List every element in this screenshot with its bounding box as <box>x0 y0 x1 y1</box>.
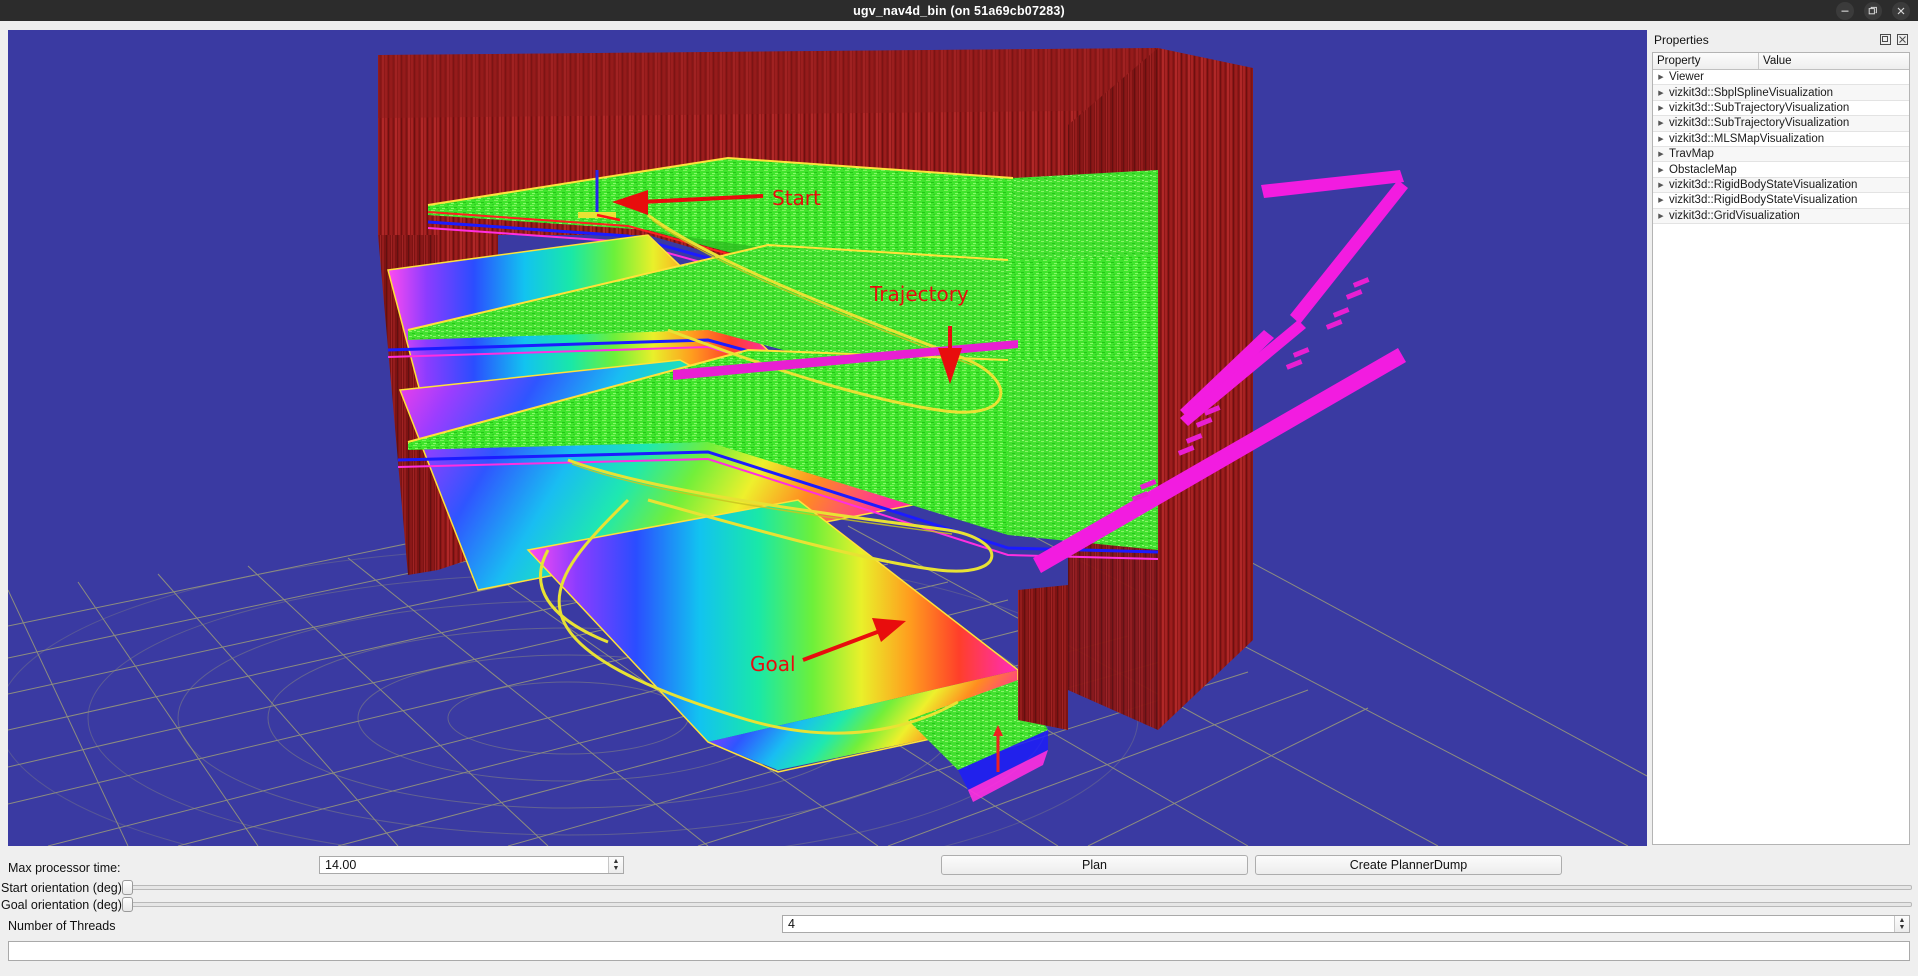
property-row[interactable]: ▶ vizkit3d::GridVisualization <box>1653 208 1909 224</box>
window-titlebar: ugv_nav4d_bin (on 51a69cb07283) <box>0 0 1918 21</box>
chevron-right-icon[interactable]: ▶ <box>1653 181 1669 189</box>
status-text-field[interactable] <box>8 941 1910 961</box>
properties-table-header: Property Value <box>1653 53 1909 70</box>
property-row[interactable]: ▶ ObstacleMap <box>1653 162 1909 178</box>
minimize-button[interactable] <box>1836 1 1854 20</box>
number-of-threads-label: Number of Threads <box>8 919 116 933</box>
chevron-right-icon[interactable]: ▶ <box>1653 73 1669 81</box>
property-row[interactable]: ▶ vizkit3d::MLSMapVisualization <box>1653 132 1909 147</box>
planner-controls-panel: Max processor time: 14.00 ▲ ▼ Plan Creat… <box>0 854 1918 976</box>
max-processor-time-stepper[interactable]: ▲ ▼ <box>608 857 623 873</box>
window-title: ugv_nav4d_bin (on 51a69cb07283) <box>853 3 1065 18</box>
chevron-right-icon[interactable]: ▶ <box>1653 119 1669 127</box>
application-body: Start Trajectory Goal Properties Propert… <box>0 21 1918 976</box>
restore-icon <box>1868 6 1877 14</box>
goal-orientation-groove <box>122 902 1912 907</box>
close-icon <box>1897 7 1905 14</box>
property-row[interactable]: ▶ vizkit3d::RigidBodyStateVisualization <box>1653 193 1909 209</box>
property-row[interactable]: ▶ Viewer <box>1653 70 1909 86</box>
number-of-threads-spinbox[interactable]: 4 ▲ ▼ <box>782 915 1910 933</box>
wall-back-top-shade <box>378 48 1158 118</box>
property-name: TravMap <box>1669 148 1714 161</box>
goal-orientation-handle[interactable] <box>122 897 133 912</box>
plan-button[interactable]: Plan <box>941 855 1248 875</box>
window-controls <box>1836 0 1910 21</box>
spin-up-icon[interactable]: ▲ <box>613 858 620 865</box>
start-orientation-handle[interactable] <box>122 880 133 895</box>
3d-viewport[interactable]: Start Trajectory Goal <box>8 30 1647 846</box>
chevron-right-icon[interactable]: ▶ <box>1653 89 1669 97</box>
property-name: ObstacleMap <box>1669 163 1737 176</box>
property-name: vizkit3d::RigidBodyStateVisualization <box>1669 178 1858 191</box>
properties-dock: Properties Property Value ▶ Viewer ▶ vizkit <box>1652 30 1910 846</box>
start-orientation-slider[interactable] <box>122 878 1912 896</box>
floor-level-3-right <box>1008 360 1158 550</box>
property-name: vizkit3d::RigidBodyStateVisualization <box>1669 194 1858 207</box>
create-planner-dump-label: Create PlannerDump <box>1349 858 1468 872</box>
property-name: vizkit3d::SbplSplineVisualization <box>1669 86 1834 99</box>
property-row[interactable]: ▶ vizkit3d::RigidBodyStateVisualization <box>1653 177 1909 194</box>
chevron-right-icon[interactable]: ▶ <box>1653 196 1669 204</box>
chevron-right-icon[interactable]: ▶ <box>1653 150 1669 158</box>
spin-down-icon[interactable]: ▼ <box>1899 924 1906 931</box>
property-name: vizkit3d::SubTrajectoryVisualization <box>1669 101 1850 114</box>
column-header-value: Value <box>1763 55 1792 67</box>
close-icon[interactable] <box>1896 33 1908 45</box>
chevron-right-icon[interactable]: ▶ <box>1653 135 1669 143</box>
spin-down-icon[interactable]: ▼ <box>613 865 620 872</box>
chevron-right-icon[interactable]: ▶ <box>1653 212 1669 220</box>
plan-button-label: Plan <box>1081 858 1108 872</box>
wall-goal-right <box>1018 585 1068 730</box>
property-name: vizkit3d::GridVisualization <box>1669 209 1800 222</box>
property-row[interactable]: ▶ vizkit3d::SbplSplineVisualization <box>1653 85 1909 101</box>
float-icon[interactable] <box>1879 33 1891 45</box>
max-processor-time-value: 14.00 <box>325 858 357 872</box>
property-name: Viewer <box>1669 71 1704 84</box>
start-orientation-label: Start orientation (deg) <box>1 881 122 895</box>
create-planner-dump-button[interactable]: Create PlannerDump <box>1255 855 1562 875</box>
close-glyph <box>1896 33 1908 45</box>
goal-orientation-slider[interactable] <box>122 895 1912 913</box>
properties-tree[interactable]: Property Value ▶ Viewer ▶ vizkit3d::SbplSpl… <box>1652 52 1910 845</box>
max-processor-time-label: Max processor time: <box>8 861 121 875</box>
start-orientation-groove <box>122 885 1912 890</box>
maximize-button[interactable] <box>1864 1 1882 20</box>
column-header-property: Property <box>1653 53 1759 69</box>
chevron-right-icon[interactable]: ▶ <box>1653 166 1669 174</box>
properties-dock-title: Properties <box>1654 33 1709 47</box>
properties-rows: ▶ Viewer ▶ vizkit3d::SbplSplineVisualizatio… <box>1653 70 1909 224</box>
3d-scene <box>8 30 1647 846</box>
property-name: vizkit3d::MLSMapVisualization <box>1669 132 1825 145</box>
goal-orientation-label: Goal orientation (deg) <box>1 898 122 912</box>
spin-up-icon[interactable]: ▲ <box>1899 917 1906 924</box>
max-processor-time-spinbox[interactable]: 14.00 ▲ ▼ <box>319 856 624 874</box>
close-button[interactable] <box>1892 1 1910 20</box>
properties-dock-buttons <box>1879 33 1908 45</box>
chevron-right-icon[interactable]: ▶ <box>1653 104 1669 112</box>
property-row[interactable]: ▶ vizkit3d::SubTrajectoryVisualization <box>1653 116 1909 132</box>
property-row[interactable]: ▶ vizkit3d::SubTrajectoryVisualization <box>1653 101 1909 117</box>
property-row[interactable]: ▶ TravMap <box>1653 146 1909 163</box>
float-glyph <box>1879 33 1891 45</box>
number-of-threads-stepper[interactable]: ▲ ▼ <box>1894 916 1909 932</box>
minimize-icon <box>1841 10 1849 12</box>
property-name: vizkit3d::SubTrajectoryVisualization <box>1669 117 1850 130</box>
number-of-threads-value: 4 <box>788 917 795 931</box>
